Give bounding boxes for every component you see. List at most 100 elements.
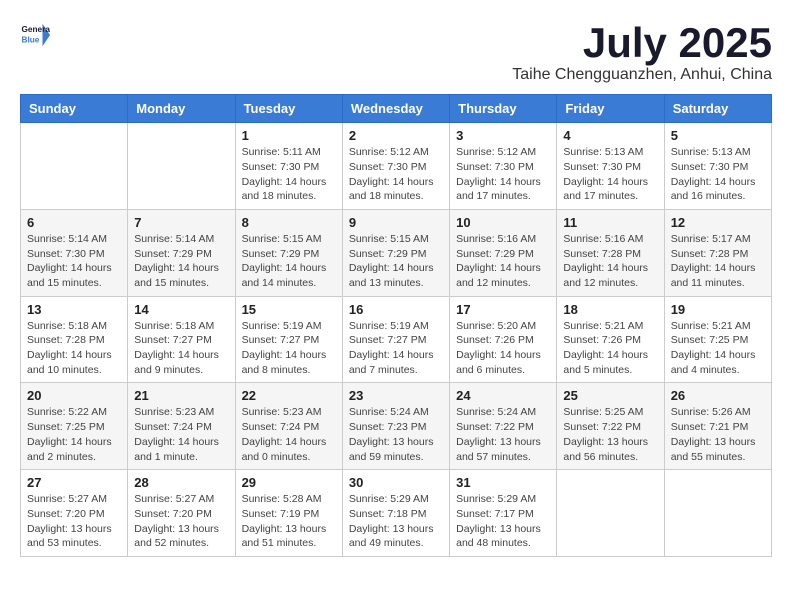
calendar-cell: 11Sunrise: 5:16 AM Sunset: 7:28 PM Dayli… [557,209,664,296]
day-info: Sunrise: 5:17 AM Sunset: 7:28 PM Dayligh… [671,232,765,291]
day-info: Sunrise: 5:13 AM Sunset: 7:30 PM Dayligh… [563,145,657,204]
weekday-header: Monday [128,95,235,123]
calendar-header-row: SundayMondayTuesdayWednesdayThursdayFrid… [21,95,772,123]
day-info: Sunrise: 5:12 AM Sunset: 7:30 PM Dayligh… [456,145,550,204]
day-info: Sunrise: 5:19 AM Sunset: 7:27 PM Dayligh… [349,319,443,378]
calendar-cell: 20Sunrise: 5:22 AM Sunset: 7:25 PM Dayli… [21,383,128,470]
calendar-cell: 6Sunrise: 5:14 AM Sunset: 7:30 PM Daylig… [21,209,128,296]
day-info: Sunrise: 5:18 AM Sunset: 7:28 PM Dayligh… [27,319,121,378]
day-number: 24 [456,388,550,403]
calendar-cell: 16 Sunrise: 5:19 AM Sunset: 7:27 PM Dayli… [342,296,449,383]
day-info: Sunrise: 5:29 AM Sunset: 7:17 PM Dayligh… [456,492,550,551]
calendar-cell: 4 Sunrise: 5:13 AM Sunset: 7:30 PM Daylig… [557,123,664,210]
day-number: 26 [671,388,765,403]
day-info: Sunrise: 5:19 AM Sunset: 7:27 PM Dayligh… [242,319,336,378]
calendar-cell: 21 Sunrise: 5:23 AM Sunset: 7:24 PM Dayli… [128,383,235,470]
weekday-header: Friday [557,95,664,123]
day-number: 10 [456,215,550,230]
day-number: 7 [134,215,228,230]
day-number: 31 [456,475,550,490]
calendar-cell: 10Sunrise: 5:16 AM Sunset: 7:29 PM Dayli… [450,209,557,296]
day-info: Sunrise: 5:12 AM Sunset: 7:30 PM Dayligh… [349,145,443,204]
month-title: July 2025 [512,20,772,66]
calendar-cell: 9Sunrise: 5:15 AM Sunset: 7:29 PM Daylig… [342,209,449,296]
calendar-cell: 13 Sunrise: 5:18 AM Sunset: 7:28 PM Dayli… [21,296,128,383]
svg-text:Blue: Blue [22,36,40,45]
calendar-cell: 12Sunrise: 5:17 AM Sunset: 7:28 PM Dayli… [664,209,771,296]
calendar-cell: 1 Sunrise: 5:11 AM Sunset: 7:30 PM Daylig… [235,123,342,210]
day-number: 3 [456,128,550,143]
logo-icon: General Blue [20,20,50,50]
day-info: Sunrise: 5:26 AM Sunset: 7:21 PM Dayligh… [671,405,765,464]
day-info: Sunrise: 5:21 AM Sunset: 7:26 PM Dayligh… [563,319,657,378]
day-info: Sunrise: 5:15 AM Sunset: 7:29 PM Dayligh… [242,232,336,291]
day-info: Sunrise: 5:14 AM Sunset: 7:30 PM Dayligh… [27,232,121,291]
day-info: Sunrise: 5:21 AM Sunset: 7:25 PM Dayligh… [671,319,765,378]
day-info: Sunrise: 5:27 AM Sunset: 7:20 PM Dayligh… [134,492,228,551]
day-info: Sunrise: 5:23 AM Sunset: 7:24 PM Dayligh… [242,405,336,464]
day-number: 27 [27,475,121,490]
calendar-cell: 26 Sunrise: 5:26 AM Sunset: 7:21 PM Dayli… [664,383,771,470]
day-info: Sunrise: 5:13 AM Sunset: 7:30 PM Dayligh… [671,145,765,204]
calendar-week-row: 27 Sunrise: 5:27 AM Sunset: 7:20 PM Dayli… [21,470,772,557]
calendar-cell [557,470,664,557]
page-header: General Blue July 2025 Taihe Chengguanzh… [20,20,772,84]
calendar-cell: 28 Sunrise: 5:27 AM Sunset: 7:20 PM Dayli… [128,470,235,557]
day-info: Sunrise: 5:25 AM Sunset: 7:22 PM Dayligh… [563,405,657,464]
calendar-cell: 14 Sunrise: 5:18 AM Sunset: 7:27 PM Dayli… [128,296,235,383]
day-number: 2 [349,128,443,143]
calendar-cell: 31 Sunrise: 5:29 AM Sunset: 7:17 PM Dayli… [450,470,557,557]
calendar-cell: 7Sunrise: 5:14 AM Sunset: 7:29 PM Daylig… [128,209,235,296]
calendar-cell: 27 Sunrise: 5:27 AM Sunset: 7:20 PM Dayli… [21,470,128,557]
calendar-cell: 3 Sunrise: 5:12 AM Sunset: 7:30 PM Daylig… [450,123,557,210]
day-info: Sunrise: 5:24 AM Sunset: 7:23 PM Dayligh… [349,405,443,464]
day-info: Sunrise: 5:24 AM Sunset: 7:22 PM Dayligh… [456,405,550,464]
day-number: 28 [134,475,228,490]
day-number: 15 [242,302,336,317]
day-number: 29 [242,475,336,490]
day-info: Sunrise: 5:27 AM Sunset: 7:20 PM Dayligh… [27,492,121,551]
weekday-header: Sunday [21,95,128,123]
day-info: Sunrise: 5:11 AM Sunset: 7:30 PM Dayligh… [242,145,336,204]
calendar-cell: 15 Sunrise: 5:19 AM Sunset: 7:27 PM Dayli… [235,296,342,383]
calendar-cell [21,123,128,210]
day-number: 11 [563,215,657,230]
calendar-week-row: 13 Sunrise: 5:18 AM Sunset: 7:28 PM Dayli… [21,296,772,383]
weekday-header: Saturday [664,95,771,123]
calendar-cell: 17Sunrise: 5:20 AM Sunset: 7:26 PM Dayli… [450,296,557,383]
calendar-cell: 18 Sunrise: 5:21 AM Sunset: 7:26 PM Dayli… [557,296,664,383]
title-block: July 2025 Taihe Chengguanzhen, Anhui, Ch… [512,20,772,84]
day-number: 18 [563,302,657,317]
day-number: 1 [242,128,336,143]
day-info: Sunrise: 5:29 AM Sunset: 7:18 PM Dayligh… [349,492,443,551]
calendar-week-row: 1 Sunrise: 5:11 AM Sunset: 7:30 PM Daylig… [21,123,772,210]
day-number: 19 [671,302,765,317]
calendar-cell: 8 Sunrise: 5:15 AM Sunset: 7:29 PM Daylig… [235,209,342,296]
calendar-cell: 24 Sunrise: 5:24 AM Sunset: 7:22 PM Dayli… [450,383,557,470]
day-number: 13 [27,302,121,317]
weekday-header: Wednesday [342,95,449,123]
calendar-table: SundayMondayTuesdayWednesdayThursdayFrid… [20,94,772,557]
logo: General Blue [20,20,52,50]
day-number: 20 [27,388,121,403]
day-number: 4 [563,128,657,143]
day-info: Sunrise: 5:23 AM Sunset: 7:24 PM Dayligh… [134,405,228,464]
day-info: Sunrise: 5:18 AM Sunset: 7:27 PM Dayligh… [134,319,228,378]
calendar-cell: 25Sunrise: 5:25 AM Sunset: 7:22 PM Dayli… [557,383,664,470]
calendar-cell: 22 Sunrise: 5:23 AM Sunset: 7:24 PM Dayli… [235,383,342,470]
day-info: Sunrise: 5:15 AM Sunset: 7:29 PM Dayligh… [349,232,443,291]
calendar-cell [128,123,235,210]
day-number: 14 [134,302,228,317]
day-number: 8 [242,215,336,230]
weekday-header: Tuesday [235,95,342,123]
day-info: Sunrise: 5:28 AM Sunset: 7:19 PM Dayligh… [242,492,336,551]
day-number: 21 [134,388,228,403]
calendar-cell [664,470,771,557]
day-number: 5 [671,128,765,143]
calendar-cell: 29 Sunrise: 5:28 AM Sunset: 7:19 PM Dayli… [235,470,342,557]
day-number: 16 [349,302,443,317]
calendar-cell: 2 Sunrise: 5:12 AM Sunset: 7:30 PM Daylig… [342,123,449,210]
calendar-week-row: 6Sunrise: 5:14 AM Sunset: 7:30 PM Daylig… [21,209,772,296]
day-number: 30 [349,475,443,490]
day-number: 22 [242,388,336,403]
